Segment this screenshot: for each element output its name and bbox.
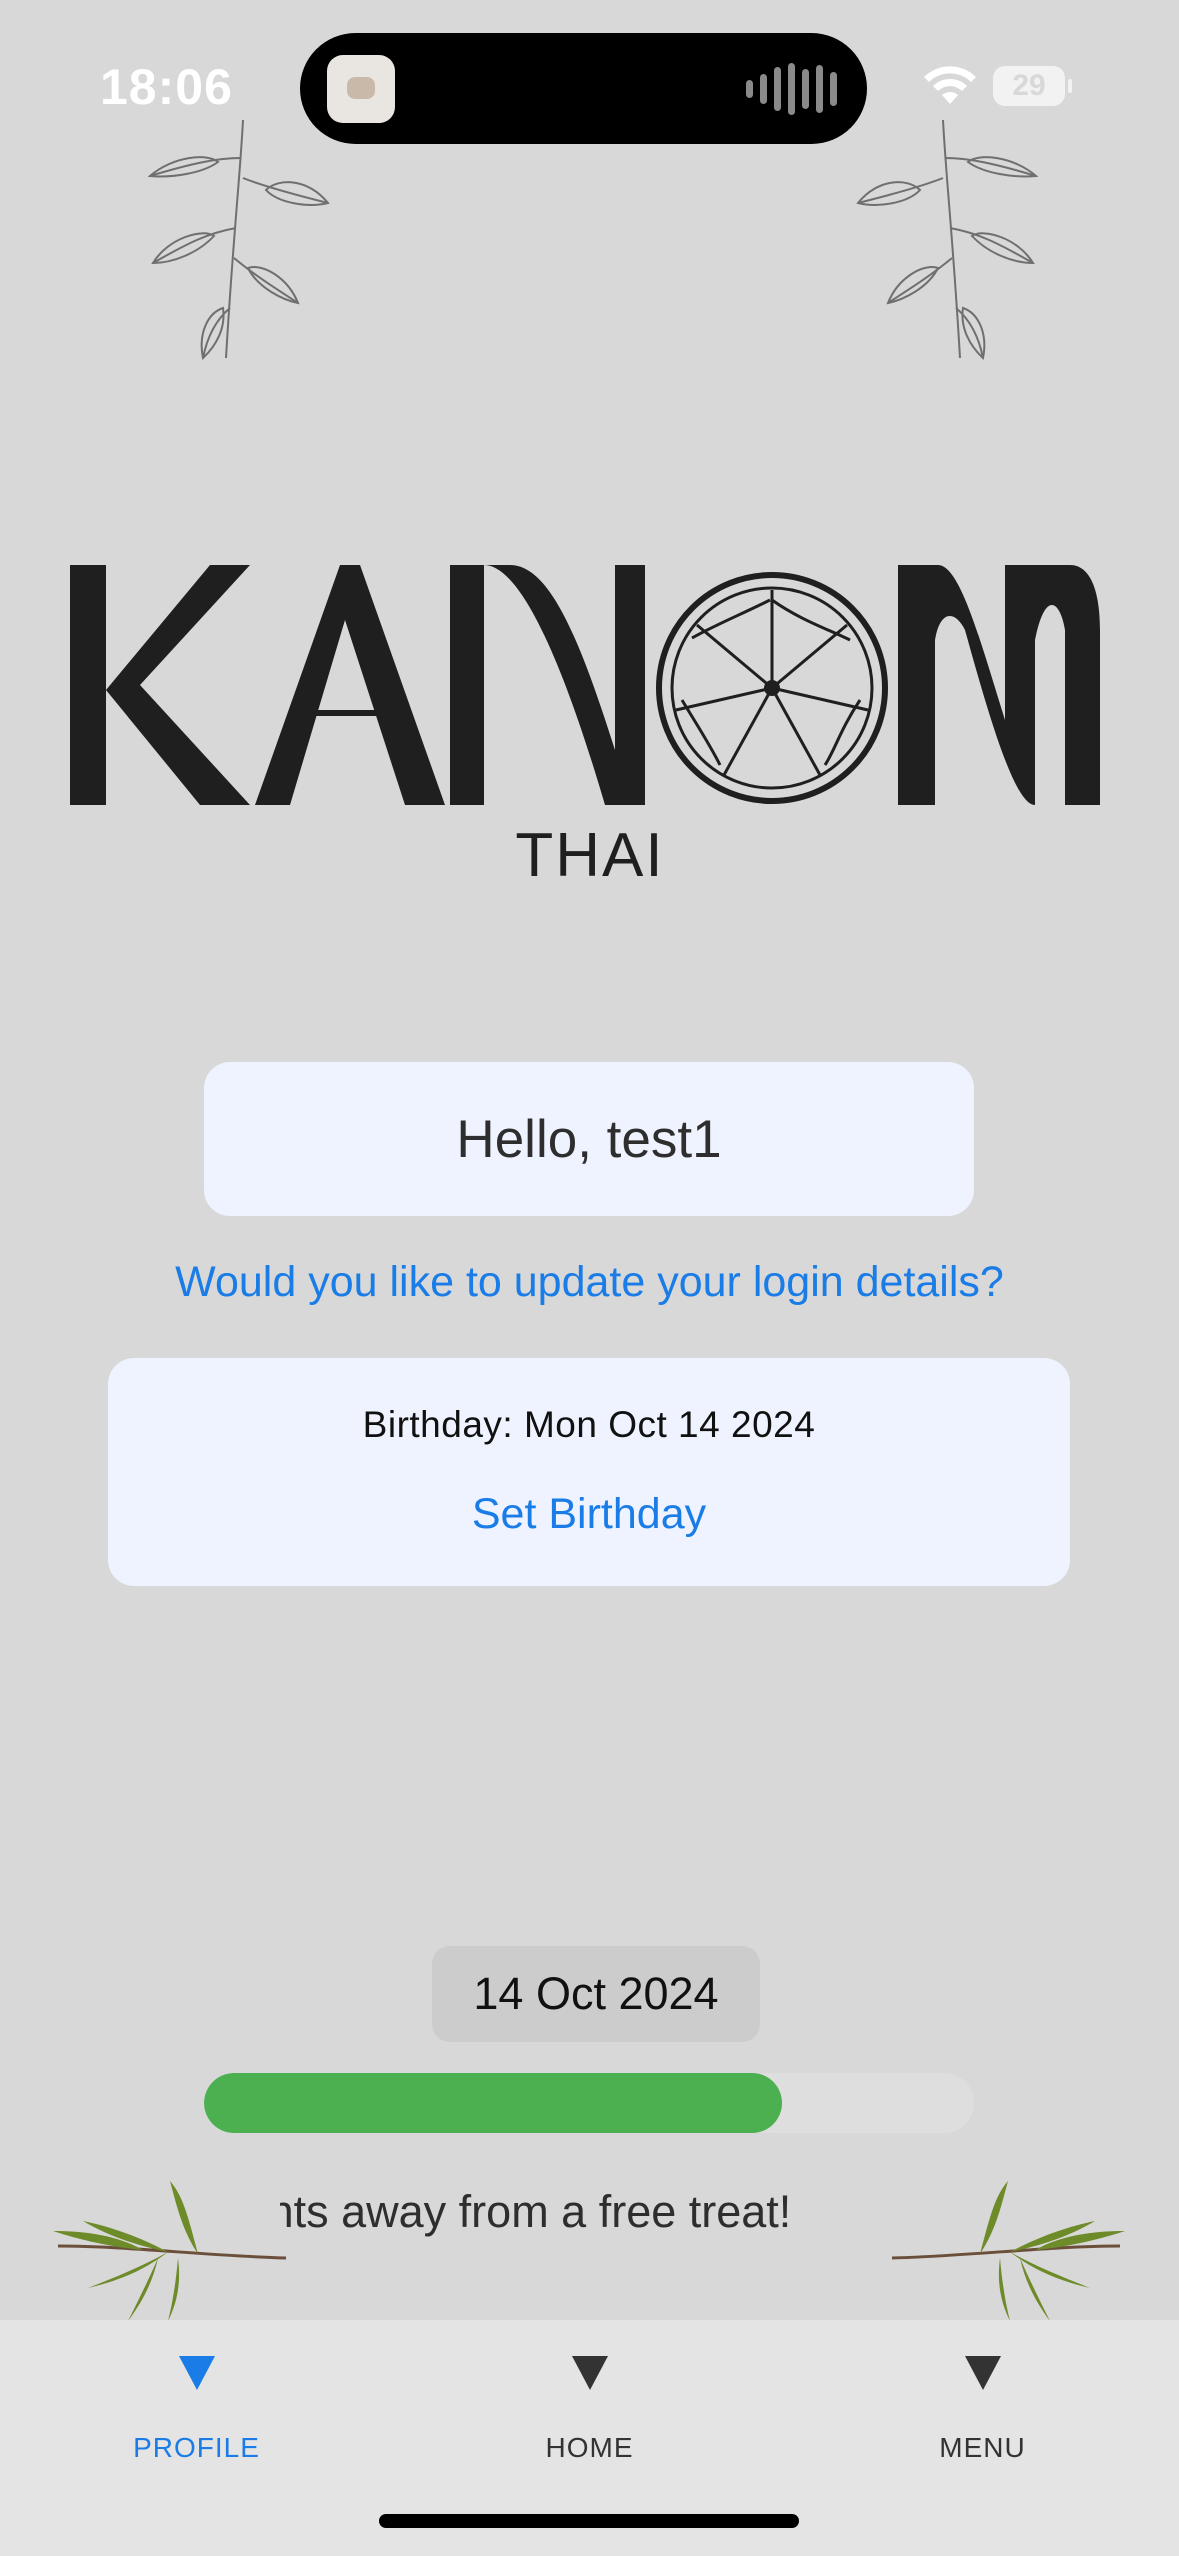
- tab-label: HOME: [545, 2432, 634, 2463]
- status-time: 18:06: [100, 59, 233, 115]
- set-birthday-button[interactable]: Set Birthday: [108, 1490, 1070, 1539]
- leaf-branch-left-icon: [148, 119, 330, 360]
- tab-profile[interactable]: PROFILE: [0, 2320, 393, 2520]
- battery-icon: 29: [993, 66, 1072, 106]
- date-text: 14 Oct 2024: [473, 1968, 719, 2019]
- birthday-card: Birthday: Mon Oct 14 2024 Set Birthday: [108, 1358, 1070, 1586]
- greeting-card: Hello, test1: [204, 1062, 974, 1216]
- points-progress-fill: [204, 2073, 782, 2133]
- birthday-text: Birthday: Mon Oct 14 2024: [362, 1404, 816, 1445]
- citrus-slice-icon: [656, 572, 888, 804]
- leaf-branch-right-icon: [856, 119, 1038, 360]
- points-ticker: You are 25 points away from a free treat…: [280, 2184, 892, 2250]
- update-login-link[interactable]: Would you like to update your login deta…: [0, 1258, 1179, 1307]
- wifi-icon: [924, 66, 976, 104]
- triangle-down-icon: [571, 2356, 608, 2390]
- battery-level: 29: [1012, 69, 1046, 102]
- dynamic-island[interactable]: [300, 33, 867, 144]
- green-leaf-left-icon: [53, 2181, 287, 2321]
- tab-home[interactable]: HOME: [393, 2320, 786, 2520]
- points-progress-bar: [204, 2073, 974, 2133]
- home-indicator[interactable]: [379, 2514, 799, 2528]
- greeting-text: Hello, test1: [456, 1109, 722, 1169]
- triangle-down-icon: [964, 2356, 1001, 2390]
- audio-waveform-icon: [746, 63, 837, 115]
- kanom-thai-logo: THAI: [60, 520, 1120, 900]
- logo-subtitle: THAI: [515, 821, 665, 890]
- app-thumbnail-icon: [327, 55, 395, 123]
- date-chip: 14 Oct 2024: [432, 1946, 760, 2042]
- points-message: You are 25 points away from a free treat…: [280, 2186, 792, 2237]
- green-leaf-right-icon: [891, 2181, 1125, 2321]
- tab-label: PROFILE: [133, 2432, 260, 2463]
- triangle-down-icon: [178, 2356, 215, 2390]
- tab-label: MENU: [939, 2432, 1026, 2463]
- tab-menu[interactable]: MENU: [786, 2320, 1179, 2520]
